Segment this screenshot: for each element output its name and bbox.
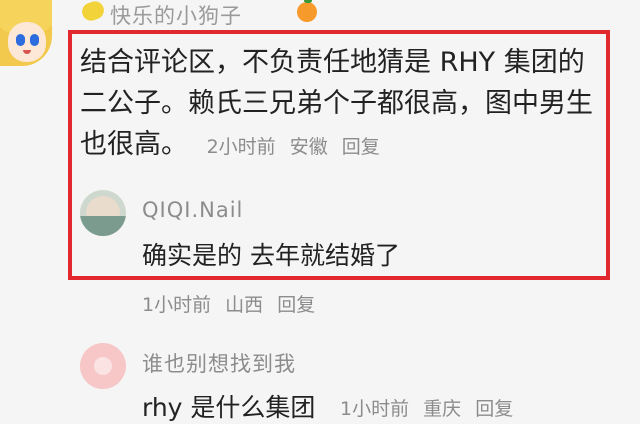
comment-line-2: 二公子。赖氏三兄弟个子都很高，图中男生	[80, 88, 593, 119]
reply-location: 山西	[225, 294, 264, 316]
comment-time: 2小时前	[206, 136, 276, 158]
comment-line-1: 结合评论区，不负责任地猜是 RHY 集团的	[80, 47, 585, 78]
comment-line-3: 也很高。 2小时前 安徽 回复	[80, 124, 600, 168]
reply-avatar[interactable]	[80, 190, 126, 236]
reply-text: 确实是的 去年就结婚了	[142, 241, 400, 270]
commenter-avatar[interactable]	[0, 0, 52, 66]
comment-line-3-text: 也很高。	[80, 129, 188, 160]
third-location: 重庆	[423, 398, 462, 420]
third-author[interactable]: 谁也别想找到我	[142, 348, 296, 378]
reply-time: 1小时前	[142, 294, 212, 316]
comment-reply-button[interactable]: 回复	[342, 136, 380, 158]
third-avatar[interactable]	[80, 343, 126, 389]
third-time: 1小时前	[340, 398, 410, 420]
third-text: rhy 是什么集团	[142, 393, 316, 422]
third-reply-button[interactable]: 回复	[475, 398, 513, 420]
third-meta: 1小时前 重庆 回复	[340, 394, 521, 421]
commenter-name[interactable]: 快乐的小狗子	[110, 0, 242, 30]
comment-location: 安徽	[289, 136, 328, 158]
reply-reply-button[interactable]: 回复	[277, 294, 315, 316]
orange-emoji-icon	[297, 0, 317, 22]
reply-author[interactable]: QIQI.Nail	[142, 198, 243, 222]
comment-meta: 2小时前 安徽 回复	[207, 136, 388, 158]
reply-meta: 1小时前 山西 回复	[142, 290, 323, 317]
lemon-emoji-icon	[79, 0, 107, 24]
